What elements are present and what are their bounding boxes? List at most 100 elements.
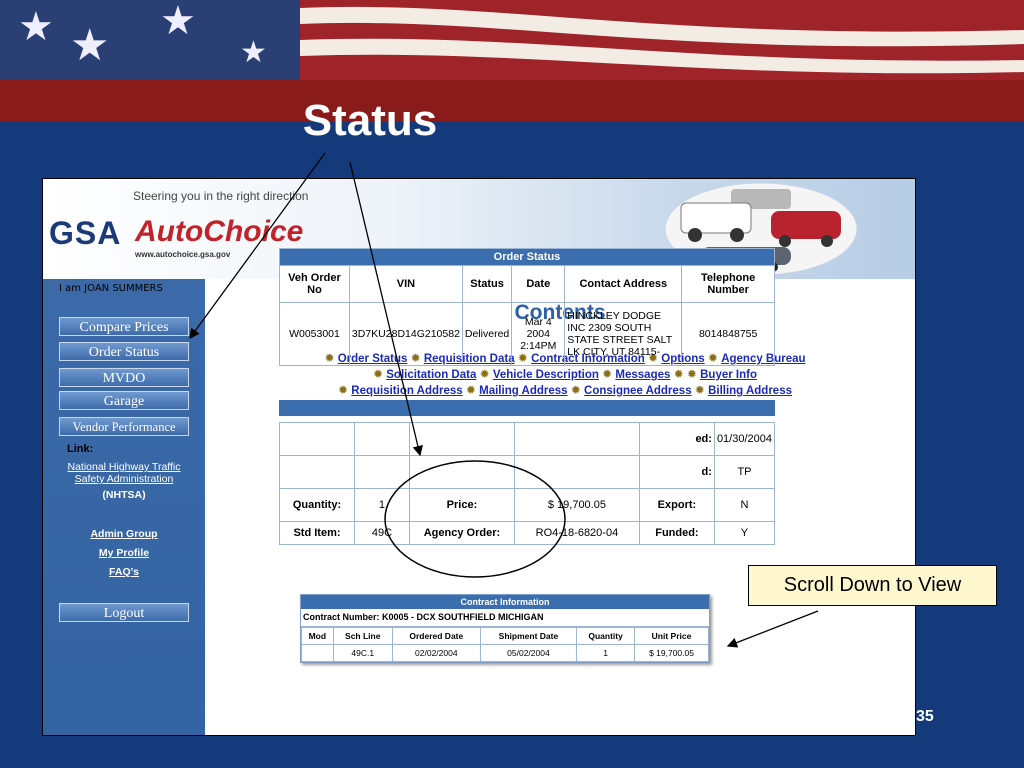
billing-address-link[interactable]: Billing Address bbox=[708, 385, 792, 397]
column-header: Unit Price bbox=[634, 627, 709, 645]
order-details-table: ed: 01/30/2004 d: TP Quantity: 1 Price: … bbox=[279, 422, 776, 545]
status-cell: Delivered bbox=[461, 302, 513, 366]
telephone-cell: 8014848755 bbox=[681, 302, 775, 366]
admin-group-link[interactable]: Admin Group bbox=[43, 528, 205, 540]
std-item-label: Std Item: bbox=[279, 521, 355, 545]
veh-order-no-cell: W0053001 bbox=[279, 302, 350, 366]
vin-cell: 3D7KU28D14G210582 bbox=[348, 302, 463, 366]
svg-text:★: ★ bbox=[18, 4, 54, 50]
quantity-label: Quantity: bbox=[279, 488, 355, 522]
bullet-icon: ✹ bbox=[673, 367, 684, 381]
mod-cell bbox=[301, 644, 334, 662]
detail-label: ed: bbox=[638, 422, 715, 456]
faqs-link[interactable]: FAQ's bbox=[43, 566, 205, 578]
agency-order-label: Agency Order: bbox=[408, 521, 515, 545]
order-status-table: Order Status Veh Order No VIN Status Dat… bbox=[279, 248, 775, 366]
details-blank bbox=[408, 422, 515, 456]
svg-text:★: ★ bbox=[240, 35, 267, 70]
contract-number: Contract Number: K0005 - DCX SOUTHFIELD … bbox=[301, 609, 709, 627]
details-header-bar bbox=[279, 400, 775, 416]
details-blank bbox=[279, 422, 355, 456]
shipment-date-cell: 05/02/2004 bbox=[479, 644, 578, 662]
vehicle-description-link[interactable]: Vehicle Description bbox=[493, 369, 599, 381]
order-status-table-title: Order Status bbox=[279, 248, 775, 266]
detail-value: 01/30/2004 bbox=[713, 422, 776, 456]
mailing-address-link[interactable]: Mailing Address bbox=[479, 385, 567, 397]
column-header: Ordered Date bbox=[391, 627, 481, 645]
my-profile-link[interactable]: My Profile bbox=[43, 547, 205, 559]
bullet-icon: ✹ bbox=[686, 367, 697, 381]
autochoice-logo[interactable]: AutoChoice bbox=[135, 215, 303, 249]
contract-table: Mod Sch Line Ordered Date Shipment Date … bbox=[301, 627, 709, 662]
gsa-logo[interactable]: GSA bbox=[49, 215, 121, 252]
sch-line-cell: 49C.1 bbox=[332, 644, 393, 662]
export-value: N bbox=[713, 488, 776, 522]
tagline: Steering you in the right direction bbox=[133, 189, 309, 203]
details-blank bbox=[408, 455, 515, 489]
unit-price-value: $ 19,700.05 bbox=[513, 488, 640, 522]
compare-prices-button[interactable]: Compare Prices bbox=[59, 317, 189, 336]
column-header: VIN bbox=[348, 265, 463, 303]
funded-value: Y bbox=[713, 521, 776, 545]
requisition-address-link[interactable]: Requisition Address bbox=[351, 385, 462, 397]
nhtsa-link[interactable]: National Highway Traffic Safety Administ… bbox=[43, 461, 205, 485]
funded-label: Funded: bbox=[638, 521, 715, 545]
buyer-info-link[interactable]: Buyer Info bbox=[700, 369, 757, 381]
bullet-icon: ✹ bbox=[465, 383, 476, 397]
detail-label: d: bbox=[638, 455, 715, 489]
site-url: www.autochoice.gsa.gov bbox=[135, 250, 231, 259]
bullet-icon: ✹ bbox=[372, 367, 384, 381]
column-header: Sch Line bbox=[332, 627, 393, 645]
bullet-icon: ✹ bbox=[602, 367, 613, 381]
order-status-button[interactable]: Order Status bbox=[59, 342, 189, 361]
flag-banner-image: ★ ★ ★ ★ bbox=[0, 0, 1024, 80]
unit-price-label: Price: bbox=[408, 488, 515, 522]
ordered-date-cell: 02/02/2004 bbox=[391, 644, 481, 662]
svg-text:★: ★ bbox=[70, 20, 109, 71]
detail-value: TP bbox=[713, 455, 776, 489]
date-cell: Mar 4 2004 2:14PM bbox=[511, 302, 566, 366]
details-blank bbox=[353, 455, 410, 489]
std-item-value: 49C bbox=[353, 521, 410, 545]
scroll-callout: Scroll Down to View bbox=[748, 565, 997, 606]
left-navigation: I am JOAN SUMMERS Compare Prices Order S… bbox=[43, 279, 205, 735]
user-label: I am JOAN SUMMERS bbox=[59, 283, 163, 294]
solicitation-data-link[interactable]: Solicitation Data bbox=[386, 369, 476, 381]
table-row: W0053001 3D7KU28D14G210582 Delivered Mar… bbox=[279, 302, 775, 366]
column-header: Mod bbox=[301, 627, 334, 645]
column-header: Status bbox=[461, 265, 513, 303]
vendor-performance-button[interactable]: Vendor Performance bbox=[59, 417, 189, 436]
contact-address-cell: HINCKLEY DODGE INC 2309 SOUTH STATE STRE… bbox=[564, 302, 683, 366]
quantity-value: 1 bbox=[353, 488, 410, 522]
column-header: Quantity bbox=[576, 627, 636, 645]
order-details-panel: ed: 01/30/2004 d: TP Quantity: 1 Price: … bbox=[279, 400, 776, 545]
nhtsa-abbr: (NHTSA) bbox=[102, 489, 146, 501]
column-header: Veh Order No bbox=[279, 265, 350, 303]
svg-text:★: ★ bbox=[160, 0, 196, 44]
consignee-address-link[interactable]: Consignee Address bbox=[584, 385, 692, 397]
garage-button[interactable]: Garage bbox=[59, 391, 189, 410]
unit-price-cell: $ 19,700.05 bbox=[634, 644, 709, 662]
column-header: Contact Address bbox=[564, 265, 683, 303]
contract-information-title: Contract Information bbox=[301, 595, 709, 609]
quantity-cell: 1 bbox=[576, 644, 636, 662]
agency-order-value: RO4-18-6820-04 bbox=[513, 521, 640, 545]
logout-button[interactable]: Logout bbox=[59, 603, 189, 622]
link-header: Link: bbox=[67, 443, 94, 455]
bullet-icon: ✹ bbox=[694, 383, 705, 397]
column-header: Date bbox=[511, 265, 566, 303]
mvdo-button[interactable]: MVDO bbox=[59, 368, 189, 387]
bullet-icon: ✹ bbox=[479, 367, 490, 381]
bullet-icon: ✹ bbox=[338, 383, 349, 397]
contract-information-popup: Contract Information Contract Number: K0… bbox=[300, 594, 710, 663]
column-header: Telephone Number bbox=[681, 265, 775, 303]
column-header: Shipment Date bbox=[479, 627, 578, 645]
messages-link[interactable]: Messages bbox=[615, 369, 670, 381]
slide-title: Status bbox=[302, 96, 438, 145]
table-row: 49C.1 02/02/2004 05/02/2004 1 $ 19,700.0… bbox=[301, 644, 709, 662]
page-number: 35 bbox=[916, 708, 934, 725]
export-label: Export: bbox=[638, 488, 715, 522]
details-blank bbox=[279, 455, 355, 489]
details-blank bbox=[513, 422, 640, 456]
slide: ★ ★ ★ ★ Status Steering you in the right… bbox=[0, 0, 1024, 768]
